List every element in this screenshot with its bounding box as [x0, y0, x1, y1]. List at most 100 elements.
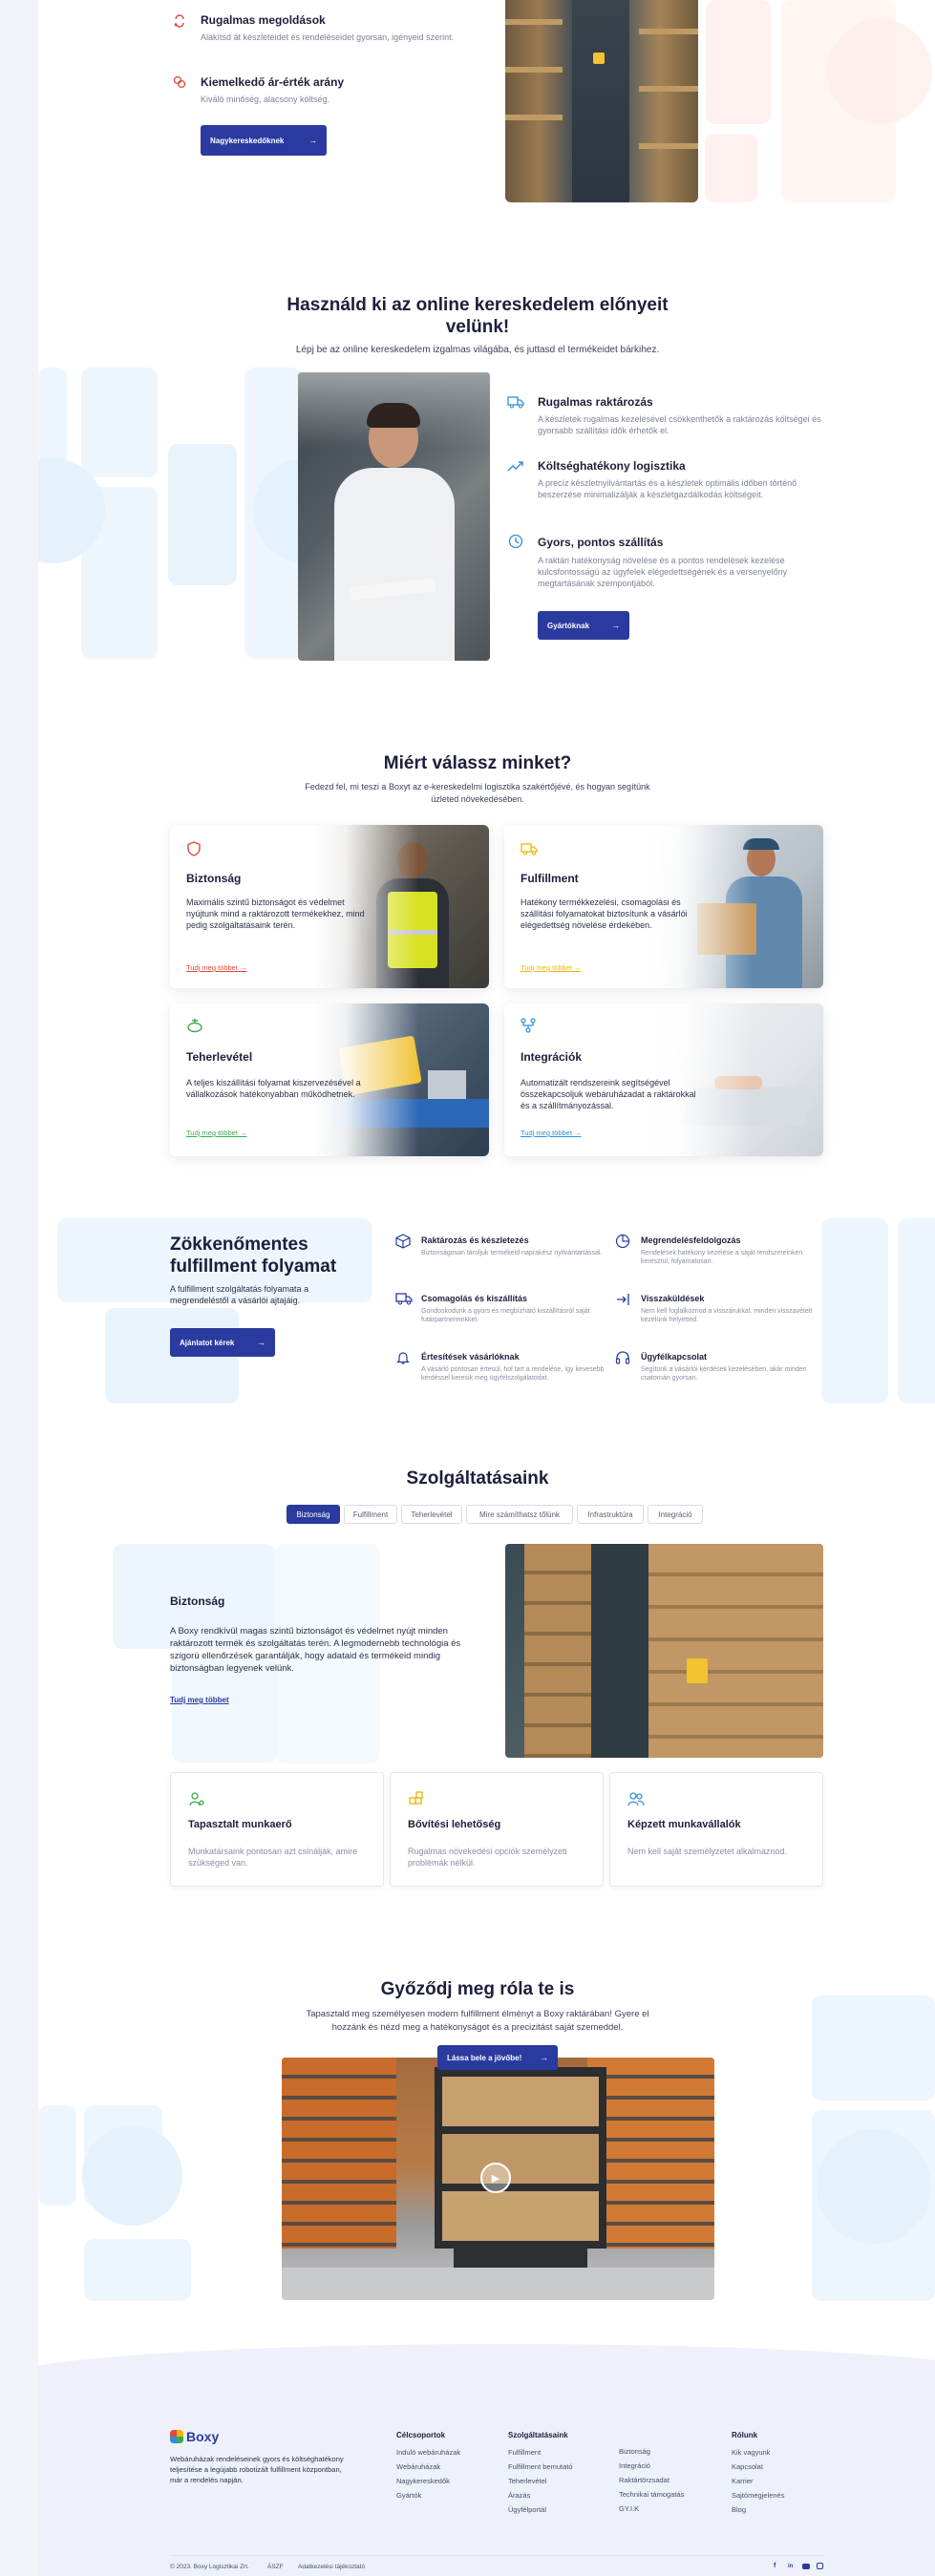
tab-integration[interactable]: Integráció: [648, 1505, 703, 1524]
section-title: Győződj meg róla te is: [380, 1979, 575, 1999]
button-label: Gyártóknak: [547, 621, 590, 630]
feature-desc: A precíz készletnyilvántartás és a készl…: [538, 478, 797, 499]
decor-tile: [706, 0, 771, 124]
subtitle-line: hozzánk és nézd meg a hatékonyságot és a…: [331, 2022, 624, 2033]
social-links: f in: [774, 2563, 823, 2570]
decor-circle: [817, 2129, 931, 2244]
learn-more-link[interactable]: Tudj meg többet →: [186, 1129, 247, 1137]
process-item-desc: A vásárló pontosan értesül, hol tart a r…: [421, 1366, 605, 1382]
decor-tile: [705, 134, 757, 202]
shield-icon: [185, 840, 202, 857]
decor-circle: [82, 2125, 182, 2226]
tab-infrastructure[interactable]: Infrastruktúra: [577, 1505, 644, 1524]
learn-more-link[interactable]: Tudj meg többet →: [521, 963, 582, 972]
button-label: Nagykereskedőknek: [210, 136, 285, 145]
footer-link[interactable]: Technikai támogatás: [619, 2490, 684, 2499]
card-text: Automatizált rendszereink segítségével ö…: [521, 1078, 696, 1110]
decor-tile: [898, 1218, 935, 1404]
learn-more-link[interactable]: Tudj meg többet →: [521, 1129, 582, 1137]
headset-icon: [615, 1350, 632, 1367]
arrow-right-icon: →: [257, 1338, 266, 1347]
footer-heading: Célcsoportok: [396, 2431, 446, 2439]
process-item-desc: Rendelések hatékony kezelése a saját ren…: [641, 1250, 803, 1265]
footer-link[interactable]: Árazás: [508, 2491, 573, 2500]
tab-biztonsag[interactable]: Biztonság: [287, 1505, 340, 1524]
learn-more-link[interactable]: Tudj meg többet →: [186, 963, 247, 972]
process-item-desc: Biztonságosan tároljuk termékeid napraké…: [421, 1250, 603, 1256]
feature-card-desc: Nem kell saját személyzetet alkalmaznod.: [627, 1847, 788, 1856]
link-label: Tudj meg többet: [521, 1129, 572, 1137]
footer-logo[interactable]: Boxy: [170, 2429, 219, 2444]
footer-link[interactable]: Karrier: [732, 2477, 784, 2485]
businessman-image: [298, 372, 490, 661]
footer-link[interactable]: Sajtómegjelenés: [732, 2491, 784, 2500]
footer-heading: Rólunk: [732, 2431, 758, 2439]
process-item-title: Ügyfélkapcsolat: [641, 1352, 708, 1362]
feature-card: Tapasztalt munkaerő Munkatársaink pontos…: [170, 1772, 384, 1887]
link-label: Tudj meg többet: [186, 1129, 238, 1137]
play-icon[interactable]: ▶: [480, 2163, 511, 2193]
feature-card-desc: Munkatársaink pontosan azt csinálják, am…: [188, 1847, 358, 1868]
process-desc: A fulfillment szolgáltatás folyamata a m…: [170, 1284, 309, 1305]
button-label: Ajánlatot kérek: [180, 1338, 235, 1347]
card-text: Maximális szintű biztonságot és védelmet…: [186, 897, 365, 930]
feature-title: Rugalmas megoldások: [201, 13, 326, 27]
tab-expectations[interactable]: Mire számíthatsz tőlünk: [466, 1505, 573, 1524]
why-card-integrations: Integrációk Automatizált rendszereink se…: [504, 1003, 823, 1156]
services-tabs: Biztonság Fulfillment Teherlevétel Mire …: [287, 1505, 707, 1524]
tab-fulfillment[interactable]: Fulfillment: [344, 1505, 397, 1524]
see-future-button[interactable]: Lássa bele a jövőbe! →: [437, 2045, 558, 2070]
feature-desc: Kiváló minőség, alacsony költség.: [201, 95, 330, 104]
footer-heading: Szolgáltatásaink: [508, 2431, 568, 2439]
boxy-logo-icon: [170, 2430, 183, 2443]
manufacturers-button[interactable]: Gyártóknak →: [538, 611, 629, 640]
feature-title: Kiemelkedő ár-érték arány: [201, 75, 345, 89]
facebook-icon[interactable]: f: [774, 2563, 781, 2570]
footer-link[interactable]: Nagykereskedők: [396, 2477, 460, 2485]
linkedin-icon[interactable]: in: [788, 2563, 796, 2570]
button-label: Lássa bele a jövőbe!: [447, 2053, 522, 2062]
arrow-right-icon: →: [611, 621, 620, 630]
decor-tile: [38, 2105, 76, 2206]
quote-request-button[interactable]: Ajánlatot kérek →: [170, 1328, 275, 1357]
card-title: Biztonság: [186, 872, 242, 885]
footer-link[interactable]: Ügyfélportál: [508, 2505, 573, 2514]
aszf-link[interactable]: ÁSZF: [267, 2564, 284, 2570]
subtitle-line: Tapasztald meg személyesen modern fulfil…: [306, 2009, 649, 2019]
footer-link[interactable]: Gyártók: [396, 2491, 460, 2500]
feature-title: Rugalmas raktározás: [538, 395, 653, 409]
footer-column: Biztonság Integráció Raktártörzsadat Tec…: [619, 2447, 684, 2519]
footer-link[interactable]: Biztonság: [619, 2447, 684, 2456]
learn-more-link[interactable]: Tudj meg többet: [170, 1696, 229, 1704]
arrow-right-icon: →: [308, 136, 317, 145]
decor-tile: [81, 368, 158, 477]
youtube-icon[interactable]: [802, 2564, 810, 2569]
video-player[interactable]: ▶: [282, 2058, 714, 2300]
wholesale-button[interactable]: Nagykereskedőknek →: [201, 125, 327, 156]
footer-link[interactable]: Induló webáruházak: [396, 2448, 460, 2457]
card-title: Teherlevétel: [186, 1050, 253, 1064]
footer-link[interactable]: Raktártörzsadat: [619, 2476, 684, 2484]
footer-link[interactable]: Fulfillment bemutató: [508, 2462, 573, 2471]
subtitle-line: Fedezd fel, mi teszi a Boxyt az e-keresk…: [305, 782, 650, 792]
footer-link[interactable]: Kik vagyunk: [732, 2448, 784, 2457]
section-subtitle: Tapasztald meg személyesen modern fulfil…: [258, 2008, 697, 2035]
footer-link[interactable]: Teherlevétel: [508, 2477, 573, 2485]
footer-link[interactable]: Integráció: [619, 2461, 684, 2470]
privacy-link[interactable]: Adatkezelési tájékoztató: [298, 2564, 365, 2570]
instagram-icon[interactable]: [817, 2563, 823, 2569]
feature-desc: Alakítsd át készleteidet és rendeléseide…: [201, 32, 455, 42]
footer-link[interactable]: Kapcsolat: [732, 2462, 784, 2471]
tab-teherlevetel[interactable]: Teherlevétel: [401, 1505, 462, 1524]
card-text: Hatékony termékkezelési, csomagolási és …: [521, 897, 688, 930]
decor-tile: [168, 444, 237, 585]
return-icon: [615, 1292, 632, 1309]
footer-link[interactable]: Blog: [732, 2505, 784, 2514]
feature-desc: A raktári hatékonyság növelése és a pont…: [538, 556, 788, 588]
warehouse-boxes-image: [505, 1544, 823, 1758]
footer-link[interactable]: Fulfillment: [508, 2448, 573, 2457]
why-card-offload: Teherlevétel A teljes kiszállítási folya…: [170, 1003, 489, 1156]
footer-link[interactable]: GY.I.K: [619, 2504, 684, 2513]
footer-link[interactable]: Webáruházak: [396, 2462, 460, 2471]
panel-title: Biztonság: [170, 1594, 225, 1608]
